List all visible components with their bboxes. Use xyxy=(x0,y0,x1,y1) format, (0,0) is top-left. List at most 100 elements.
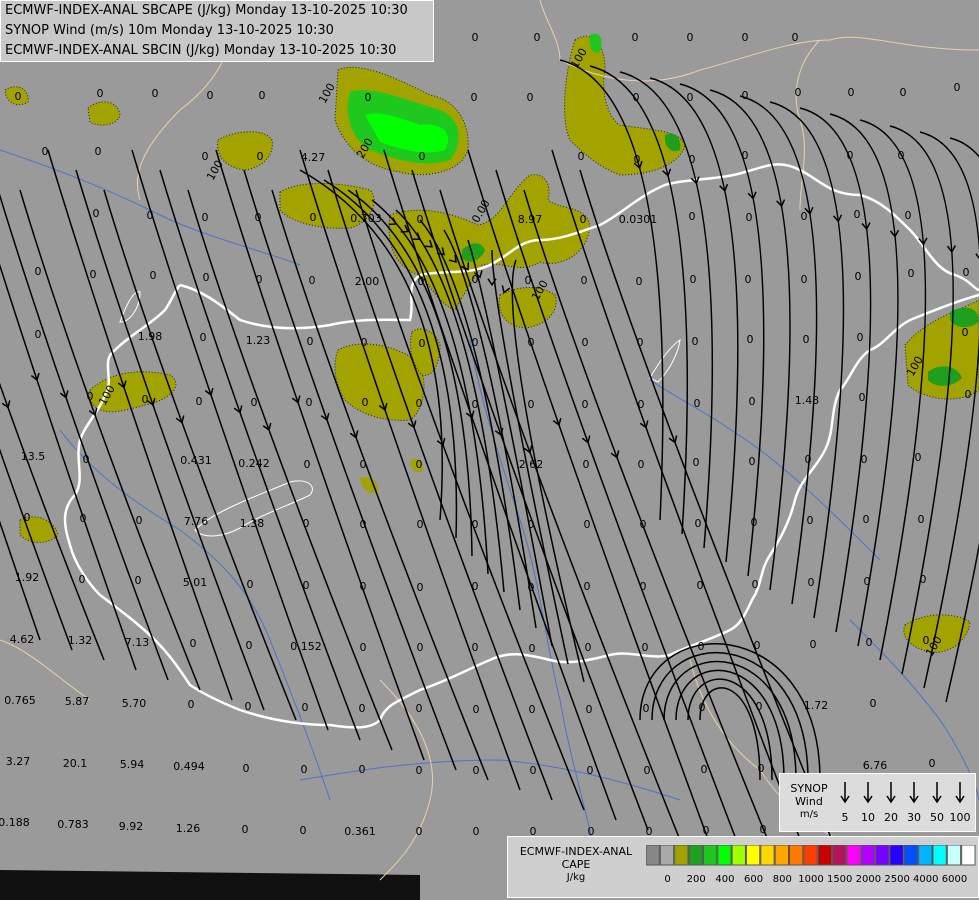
cape-value-label: 0 xyxy=(41,145,49,158)
cape-value-label: 0 xyxy=(471,518,479,531)
cape-legend-title: ECMWF-INDEX-ANAL CAPE J/kg xyxy=(511,845,641,884)
wind-legend-arrows xyxy=(840,782,965,804)
cape-value-label: 0 xyxy=(962,266,970,279)
cape-color-swatch xyxy=(889,845,904,866)
cape-value-label: 5.87 xyxy=(64,695,90,708)
cape-value-label: 0 xyxy=(755,700,763,713)
cape-value-label: 0.783 xyxy=(57,818,89,831)
cape-value-label: 0 xyxy=(418,337,426,350)
cape-value-label: 1.43 xyxy=(794,394,820,407)
cape-value-label: 0 xyxy=(358,763,366,776)
cape-value-label: 0 xyxy=(631,31,639,44)
cape-value-label: 0 xyxy=(807,576,815,589)
cape-value-label: 0 xyxy=(201,150,209,163)
cape-value-label: 0 xyxy=(858,391,866,404)
map-background xyxy=(0,0,979,900)
title-sbcape: ECMWF-INDEX-ANAL SBCAPE (J/kg) Monday 13… xyxy=(5,3,408,18)
cape-value-label: 0 xyxy=(416,518,424,531)
cape-color-swatch xyxy=(817,845,833,866)
cape-value-label: 0 xyxy=(303,458,311,471)
cape-value-label: 0 xyxy=(308,274,316,287)
cape-value-label: 1.72 xyxy=(803,699,829,712)
cape-value-label: 0 xyxy=(526,91,534,104)
cape-value-label: 0 xyxy=(135,514,143,527)
cape-value-label: 0 xyxy=(199,331,207,344)
cape-color-swatch xyxy=(932,845,947,866)
cape-value-label: 0 xyxy=(151,87,159,100)
cape-value-label: 20.1 xyxy=(62,757,88,770)
cape-value-label: 0 xyxy=(809,638,817,651)
cape-value-label: 0 xyxy=(700,763,708,776)
wind-speed-label: 5 xyxy=(841,811,849,824)
cape-value-label: 0 xyxy=(637,458,645,471)
cape-value-label: 0 xyxy=(697,640,705,653)
wind-arrow-icon xyxy=(955,782,965,804)
cape-value-label: 9.92 xyxy=(118,820,144,833)
cape-color-swatch xyxy=(903,845,919,866)
cape-color-swatch xyxy=(918,845,933,866)
cape-value-label: 0 xyxy=(241,823,249,836)
cape-value-label: 0.765 xyxy=(4,694,36,707)
cape-value-label: 0 xyxy=(751,578,759,591)
cape-value-label: 0 xyxy=(364,91,372,104)
wind-legend-title-line: Wind xyxy=(795,795,823,808)
cape-value-label: 0 xyxy=(254,211,262,224)
cape-value-label: 0 xyxy=(358,702,366,715)
cape-value-label: 0 xyxy=(415,458,423,471)
wind-speed-label: 10 xyxy=(861,811,875,824)
wind-speed-label: 50 xyxy=(930,811,944,824)
cape-value-label: 0.188 xyxy=(0,816,30,829)
cape-value-label: 0 xyxy=(688,153,696,166)
wind-legend: SYNOP Wind m/s 5 10 20 30 50 100 xyxy=(779,773,976,832)
cape-value-label: 0 xyxy=(917,513,925,526)
cape-value-label: 0 xyxy=(698,701,706,714)
cape-color-swatch xyxy=(688,845,703,866)
wind-legend-title: SYNOP Wind m/s xyxy=(784,782,834,821)
cape-value-label: 4.62 xyxy=(9,633,35,646)
cape-value-label: 0 xyxy=(639,518,647,531)
cape-value-label: 0 xyxy=(633,153,641,166)
cape-value-label: 0 xyxy=(134,574,142,587)
cape-legend-title-line: J/kg xyxy=(566,872,586,883)
cape-color-scale xyxy=(646,845,976,866)
cape-value-label: 0 xyxy=(470,91,478,104)
cape-value-label: 1.26 xyxy=(175,822,201,835)
title-synop-wind: SYNOP Wind (m/s) 10m Monday 13-10-2025 1… xyxy=(5,23,334,38)
cape-value-label: 0 xyxy=(255,273,263,286)
cape-tick-label: 800 xyxy=(772,874,792,885)
cape-value-label: 0 xyxy=(524,274,532,287)
cape-value-label: 0 xyxy=(577,150,585,163)
map-title-box: ECMWF-INDEX-ANAL SBCAPE (J/kg) Monday 13… xyxy=(0,0,434,62)
cape-value-label: 0 xyxy=(244,700,252,713)
cape-value-label: 0 xyxy=(953,81,961,94)
cape-value-label: 0 xyxy=(471,580,479,593)
cape-value-label: 0 xyxy=(928,757,936,770)
cape-value-label: 1.23 xyxy=(245,334,271,347)
cape-value-label: 0 xyxy=(415,764,423,777)
cape-value-label: 0 xyxy=(189,637,197,650)
cape-tick-label: 6000 xyxy=(941,874,968,885)
cape-value-label: 0 xyxy=(527,581,535,594)
cape-value-label: 0.361 xyxy=(344,825,376,838)
cape-value-label: 0 xyxy=(242,762,250,775)
cape-value-label: 0 xyxy=(692,456,700,469)
cape-color-swatch xyxy=(731,845,746,866)
cape-value-label: 0 xyxy=(800,273,808,286)
cape-value-label: 0 xyxy=(34,265,42,278)
cape-value-label: 0 xyxy=(899,86,907,99)
cape-color-swatch xyxy=(961,845,976,866)
cape-value-label: 0 xyxy=(753,639,761,652)
cape-color-swatch xyxy=(788,845,804,866)
cape-value-label: 0 xyxy=(914,451,922,464)
cape-value-label: 0 xyxy=(907,267,915,280)
cape-value-label: 0 xyxy=(415,702,423,715)
cape-value-label: 7.76 xyxy=(183,515,209,528)
cape-value-label: 0.0301 xyxy=(618,213,658,226)
cape-value-label: 0 xyxy=(794,86,802,99)
cape-tick-label: 4000 xyxy=(913,874,939,885)
cape-value-label: 0 xyxy=(472,703,480,716)
cape-value-label: 0 xyxy=(415,825,423,838)
cape-value-label: 0 xyxy=(745,211,753,224)
cape-value-label: 0 xyxy=(922,634,930,647)
cape-value-label: 0.703 xyxy=(350,212,382,225)
